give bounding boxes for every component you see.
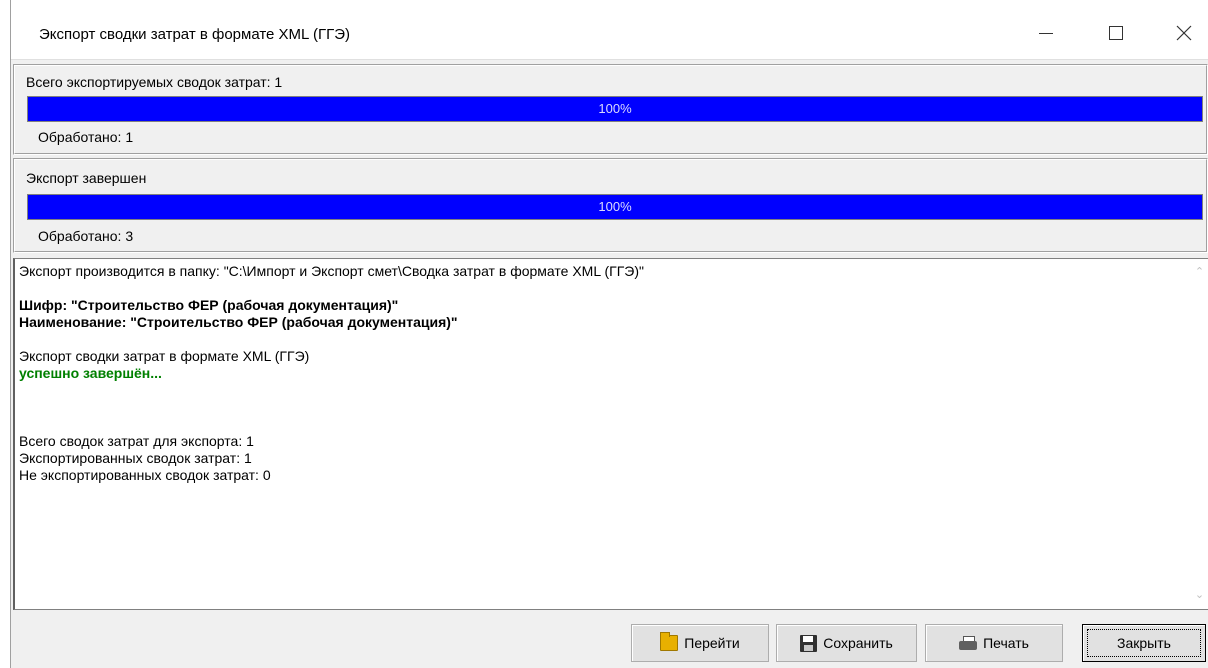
export-status-label: Экспорт завершен — [26, 170, 147, 186]
print-button[interactable]: Печать — [925, 624, 1063, 662]
title-bar: Экспорт сводки затрат в формате XML (ГГЭ… — [11, 0, 1208, 60]
minimize-icon — [1039, 32, 1053, 34]
export-log[interactable]: Экспорт производится в папку: "C:\Импорт… — [13, 258, 1208, 610]
export-progress-panel: Экспорт завершен 100% Обработано: 3 — [13, 158, 1208, 253]
minimize-button[interactable] — [1023, 10, 1069, 56]
export-dialog: Экспорт сводки затрат в формате XML (ГГЭ… — [10, 0, 1208, 668]
folder-icon — [660, 632, 679, 651]
maximize-icon — [1109, 26, 1123, 40]
maximize-button[interactable] — [1093, 10, 1139, 56]
scroll-down-icon[interactable]: ⌄ — [1194, 590, 1205, 601]
close-window-button[interactable] — [1161, 10, 1207, 56]
log-name-line: Наименование: "Строительство ФЕР (рабоча… — [19, 314, 458, 330]
button-bar: Перейти Сохранить Печать Закрыть — [11, 612, 1208, 668]
close-button[interactable]: Закрыть — [1082, 624, 1206, 662]
log-success-line: успешно завершён... — [19, 365, 162, 381]
save-button[interactable]: Сохранить — [776, 624, 917, 662]
log-code-line: Шифр: "Строительство ФЕР (рабочая докуме… — [19, 297, 399, 313]
go-button-label: Перейти — [684, 635, 740, 651]
log-folder-line: Экспорт производится в папку: "C:\Импорт… — [19, 263, 644, 279]
print-button-label: Печать — [983, 635, 1029, 651]
go-to-folder-button[interactable]: Перейти — [631, 624, 769, 662]
export-progress-bar: 100% — [27, 194, 1203, 220]
log-total-line: Всего сводок затрат для экспорта: 1 — [19, 433, 254, 449]
summary-processed-count: Обработано: 1 — [38, 129, 134, 145]
printer-icon — [959, 635, 978, 651]
log-export-line: Экспорт сводки затрат в формате XML (ГГЭ… — [19, 348, 310, 364]
save-icon — [800, 634, 818, 652]
export-progress-text: 100% — [598, 199, 632, 214]
log-scrollbar[interactable]: ⌃ ⌄ — [1191, 259, 1208, 609]
summary-progress-text: 100% — [598, 101, 632, 116]
summary-progress-label: Всего экспортируемых сводок затрат: 1 — [26, 74, 283, 90]
log-not-exported-line: Не экспортированных сводок затрат: 0 — [19, 467, 271, 483]
export-log-text: Экспорт производится в папку: "C:\Импорт… — [19, 263, 1190, 605]
log-exported-line: Экспортированных сводок затрат: 1 — [19, 450, 252, 466]
window-title: Экспорт сводки затрат в формате XML (ГГЭ… — [39, 26, 351, 43]
summary-progress-panel: Всего экспортируемых сводок затрат: 1 10… — [13, 64, 1208, 155]
export-processed-count: Обработано: 3 — [38, 228, 134, 244]
save-button-label: Сохранить — [823, 635, 893, 651]
scroll-up-icon[interactable]: ⌃ — [1194, 267, 1205, 278]
close-icon — [1176, 25, 1192, 41]
summary-progress-bar: 100% — [27, 96, 1203, 122]
